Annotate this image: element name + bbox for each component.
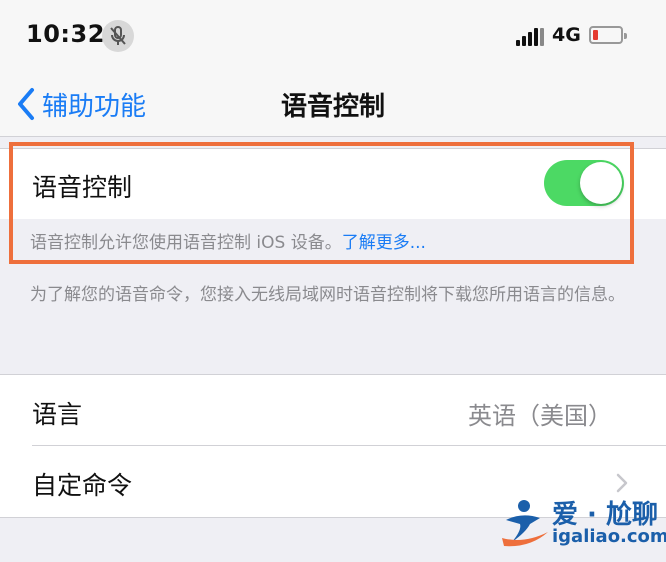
chevron-right-icon — [616, 473, 628, 493]
watermark-url: igaliao.com — [552, 526, 666, 547]
status-bar: 10:32 4G — [0, 0, 666, 72]
download-note: 为了解您的语音命令，您接入无线局域网时语音控制将下载您所用语言的信息。 — [30, 285, 625, 305]
watermark: 爱 · 尬聊 igaliao.com — [500, 494, 666, 554]
navigation-bar: 辅助功能 语音控制 — [0, 72, 666, 137]
battery-icon — [589, 26, 627, 44]
language-value: 英语（美国） — [468, 402, 612, 430]
highlight-box — [9, 142, 634, 264]
language-row[interactable]: 语言 英语（美国） — [0, 375, 666, 446]
language-label: 语言 — [32, 400, 83, 429]
page-title: 语音控制 — [280, 92, 385, 122]
status-time: 10:32 — [26, 20, 105, 48]
cellular-signal-icon — [516, 28, 546, 46]
mic-muted-icon — [102, 20, 134, 52]
network-type: 4G — [552, 24, 581, 46]
custom-commands-label: 自定命令 — [32, 471, 133, 500]
watermark-logo-icon — [502, 500, 548, 547]
